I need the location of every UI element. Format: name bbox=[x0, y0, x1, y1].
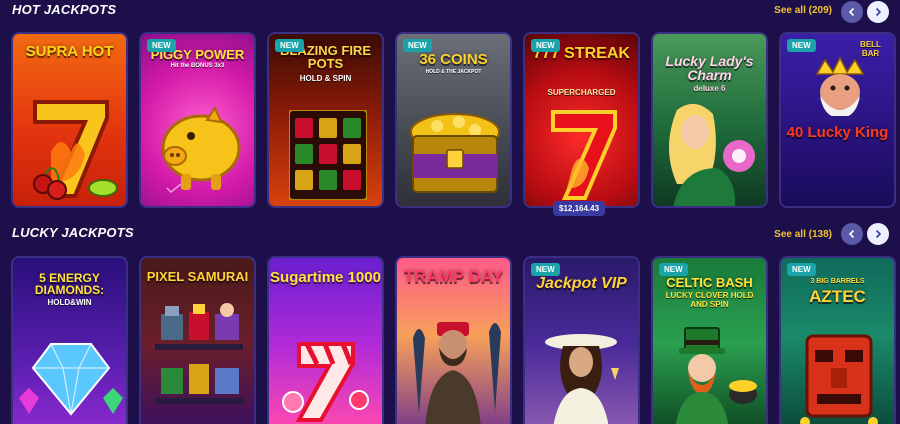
game-subtitle: HOLD & SPIN bbox=[299, 74, 352, 83]
new-badge: NEW bbox=[787, 263, 816, 276]
game-subtitle: SUPERCHARGED bbox=[547, 88, 616, 97]
treasure-chest-icon bbox=[410, 113, 500, 193]
chevron-left-icon bbox=[848, 7, 855, 17]
vip-lady-icon bbox=[545, 334, 619, 424]
game-count: (138) bbox=[808, 229, 832, 240]
game-tile-777-streak[interactable]: NEW 777 STREAK SUPERCHARGED bbox=[523, 32, 640, 208]
next-button[interactable] bbox=[867, 1, 889, 23]
king-icon bbox=[815, 56, 865, 116]
game-subtitle: HOLD & THE JACKPOT bbox=[425, 69, 482, 75]
tramp-character-icon bbox=[413, 322, 501, 424]
section-title: LUCKY JACKPOTS bbox=[12, 225, 134, 240]
game-title: Jackpot VIP bbox=[536, 275, 627, 292]
game-count: (209) bbox=[808, 5, 832, 16]
game-row: 5 ENERGY DIAMONDS: HOLD&WIN PIXEL SAMURA… bbox=[11, 256, 896, 424]
game-title: 5 ENERGY DIAMONDS: bbox=[34, 271, 105, 297]
game-title: AZTEC bbox=[809, 287, 866, 306]
game-title: 40 Lucky King bbox=[786, 124, 889, 141]
section-header: LUCKY JACKPOTS See all (138) bbox=[0, 222, 900, 246]
game-tile-pixel-samurai[interactable]: PIXEL SAMURAI bbox=[139, 256, 256, 424]
candy-icon bbox=[282, 342, 369, 422]
game-tile-lucky-king[interactable]: NEW BELL BAR 40 Lucky King bbox=[779, 32, 896, 208]
game-subtitle: LUCKY CLOVER HOLD AND SPIN bbox=[665, 291, 754, 309]
game-subtitle: deluxe 6 bbox=[693, 84, 726, 93]
game-subtitle: 3 BIG BARRELS bbox=[810, 278, 865, 285]
section-header: HOT JACKPOTS See all (209) bbox=[0, 0, 900, 24]
chevron-left-icon bbox=[848, 229, 855, 239]
samurai-figures-icon bbox=[155, 303, 243, 404]
game-title: CELTIC BASH bbox=[666, 275, 753, 290]
seven-symbol-icon bbox=[33, 100, 118, 200]
game-tile-sugartime-1000[interactable]: Sugartime 1000 bbox=[267, 256, 384, 424]
next-button[interactable] bbox=[867, 223, 889, 245]
prev-button[interactable] bbox=[841, 223, 863, 245]
jackpot-amount: $12,164.43 bbox=[553, 201, 606, 216]
game-row: SUPRA HOT NEW PIGGY POWER Hit the BONUS … bbox=[11, 32, 896, 208]
chevron-right-icon bbox=[875, 229, 882, 239]
see-all-label: See all bbox=[774, 229, 806, 240]
game-title: TRAMP DAY bbox=[403, 267, 504, 286]
game-tile-celtic-bash[interactable]: NEW CELTIC BASH LUCKY CLOVER HOLD AND SP… bbox=[651, 256, 768, 424]
see-all-link[interactable]: See all (138) bbox=[774, 229, 832, 240]
aztec-mask-icon bbox=[800, 334, 878, 424]
chevron-right-icon bbox=[875, 7, 882, 17]
see-all-label: See all bbox=[774, 5, 806, 16]
new-badge: NEW bbox=[659, 263, 688, 276]
game-tile-energy-diamonds[interactable]: 5 ENERGY DIAMONDS: HOLD&WIN bbox=[11, 256, 128, 424]
seven-symbol-icon bbox=[551, 110, 617, 200]
game-subtitle: BELL BAR bbox=[860, 40, 881, 58]
game-tile-aztec[interactable]: NEW 3 BIG BARRELS AZTEC bbox=[779, 256, 896, 424]
game-tile-blazing-fire-pots[interactable]: NEW BLAZING FIRE POTS HOLD & SPIN bbox=[267, 32, 384, 208]
lady-with-orb-icon bbox=[669, 103, 755, 206]
new-badge: NEW bbox=[403, 39, 432, 52]
section-title: HOT JACKPOTS bbox=[12, 2, 117, 17]
new-badge: NEW bbox=[275, 39, 304, 52]
new-badge: NEW bbox=[787, 39, 816, 52]
game-subtitle: HOLD&WIN bbox=[47, 298, 92, 307]
game-tile-tramp-day[interactable]: TRAMP DAY bbox=[395, 256, 512, 424]
leprechaun-icon bbox=[675, 327, 757, 424]
game-title: Sugartime 1000 bbox=[270, 269, 381, 286]
game-title: PIXEL SAMURAI bbox=[146, 269, 249, 284]
game-tile-piggy-power[interactable]: NEW PIGGY POWER Hit the BONUS 3x3 bbox=[139, 32, 256, 208]
game-tile-jackpot-vip[interactable]: NEW Jackpot VIP bbox=[523, 256, 640, 424]
game-tile-lucky-ladys-charm[interactable]: Lucky Lady's Charm deluxe 6 bbox=[651, 32, 768, 208]
game-tile-supra-hot[interactable]: SUPRA HOT bbox=[11, 32, 128, 208]
game-title: 36 COINS bbox=[419, 51, 488, 68]
new-badge: NEW bbox=[147, 39, 176, 52]
new-badge: NEW bbox=[531, 39, 560, 52]
see-all-link[interactable]: See all (209) bbox=[774, 5, 832, 16]
game-tile-36-coins[interactable]: NEW 36 COINS HOLD & THE JACKPOT bbox=[395, 32, 512, 208]
game-title: SUPRA HOT bbox=[25, 43, 114, 60]
diamond-icon bbox=[19, 343, 123, 416]
new-badge: NEW bbox=[531, 263, 560, 276]
prev-button[interactable] bbox=[841, 1, 863, 23]
game-title: Lucky Lady's Charm bbox=[665, 53, 754, 83]
game-subtitle: Hit the BONUS 3x3 bbox=[170, 63, 225, 69]
slot-reels-icon bbox=[289, 110, 367, 200]
piggy-bank-icon bbox=[161, 105, 241, 194]
